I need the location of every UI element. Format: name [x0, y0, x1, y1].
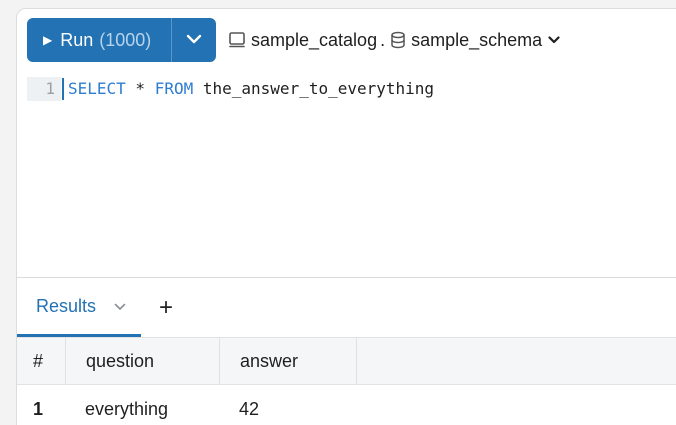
run-label: Run: [60, 29, 94, 50]
column-header-answer[interactable]: answer: [219, 338, 357, 384]
editor-toolbar: ▶ Run (1000) sample_catalog . sample_sch…: [27, 18, 560, 62]
database-icon: [390, 31, 406, 49]
catalog-separator: .: [380, 29, 386, 50]
run-button[interactable]: ▶ Run (1000): [27, 18, 172, 62]
cell-question[interactable]: everything: [65, 385, 219, 425]
tab-results-label: Results: [36, 296, 97, 316]
code-table-name: the_answer_to_everything: [193, 79, 435, 98]
row-index: 1: [33, 398, 44, 419]
line-number: 1: [27, 77, 61, 101]
play-icon: ▶: [43, 33, 53, 47]
table-header-row: # question answer: [17, 337, 676, 385]
code-editor[interactable]: 1 SELECT * FROM the_answer_to_everything: [27, 77, 676, 101]
chevron-down-icon[interactable]: [114, 303, 126, 311]
catalog-schema-selector[interactable]: sample_catalog . sample_schema: [228, 30, 560, 51]
add-tab-button[interactable]: +: [159, 296, 173, 320]
keyword-select: SELECT: [68, 79, 126, 98]
sql-editor-panel: ▶ Run (1000) sample_catalog . sample_sch…: [16, 8, 676, 425]
code-line[interactable]: SELECT * FROM the_answer_to_everything: [68, 77, 434, 101]
table-row: 1 everything 42: [17, 385, 676, 425]
results-tabs: Results +: [17, 279, 173, 337]
cell-answer[interactable]: 42: [219, 385, 357, 425]
run-dropdown-button[interactable]: [172, 18, 216, 62]
keyword-from: FROM: [154, 79, 194, 98]
tab-results[interactable]: Results: [17, 279, 141, 337]
column-header-index[interactable]: #: [17, 338, 65, 384]
column-header-question[interactable]: question: [65, 338, 219, 384]
code-star: *: [125, 79, 155, 98]
results-table: # question answer 1 everything 42: [17, 337, 676, 425]
run-limit: (1000): [99, 29, 152, 50]
text-cursor: [62, 78, 64, 100]
catalog-book-icon: [228, 31, 246, 49]
schema-name: sample_schema: [411, 29, 543, 50]
chevron-down-icon: [186, 31, 202, 49]
run-button-group: ▶ Run (1000): [27, 18, 216, 62]
editor-results-divider[interactable]: [17, 277, 676, 278]
chevron-down-icon: [548, 36, 560, 44]
catalog-name: sample_catalog: [251, 29, 378, 50]
